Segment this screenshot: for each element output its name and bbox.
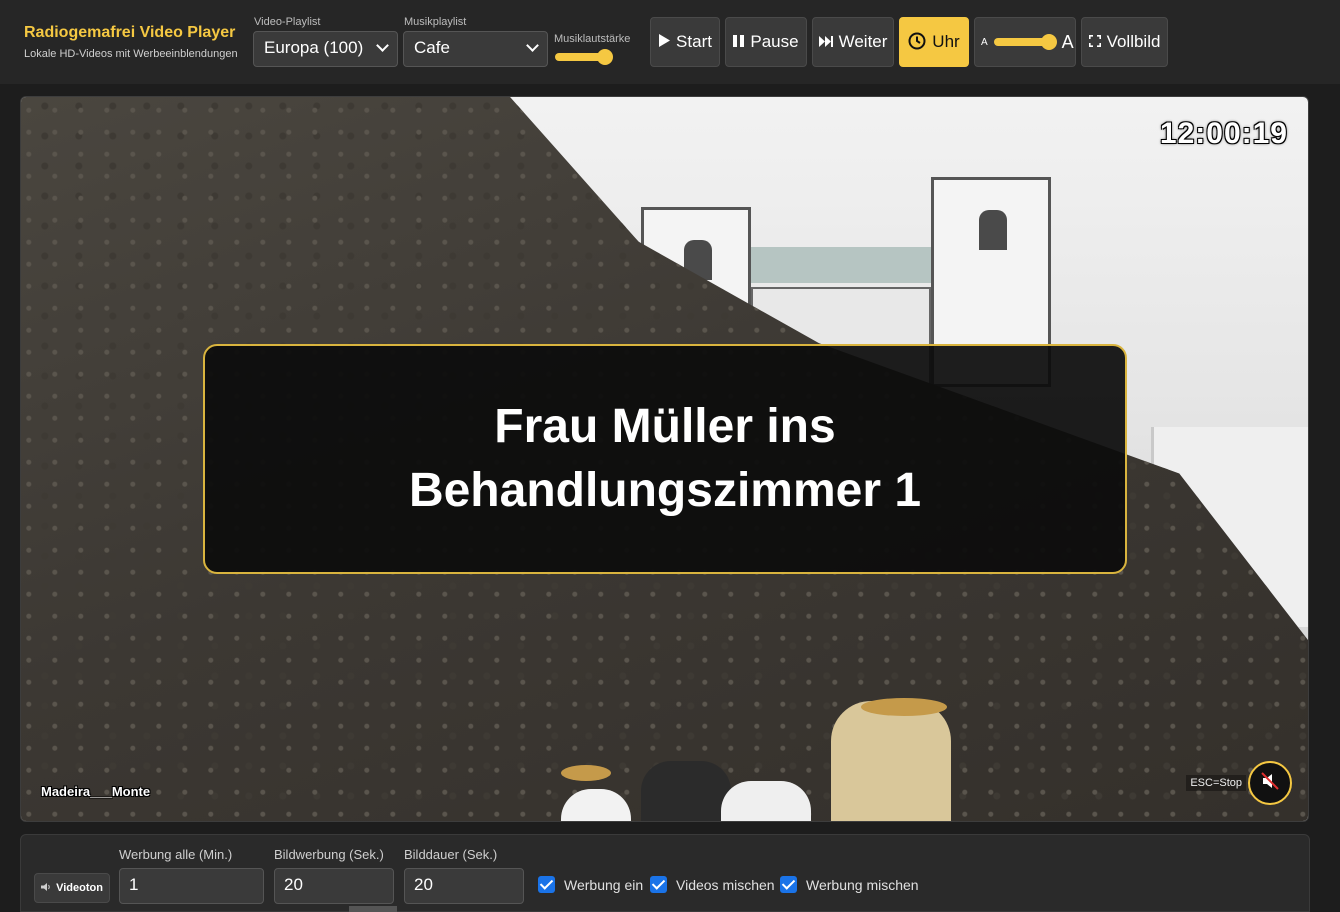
fullscreen-icon <box>1088 34 1101 50</box>
music-playlist-label: Musikplaylist <box>404 16 467 28</box>
scrollbar-thumb[interactable] <box>349 906 397 912</box>
header-bar: Radiogemafrei Video Player Lokale HD-Vid… <box>0 0 1340 84</box>
start-label: Start <box>676 32 712 51</box>
slider-thumb[interactable] <box>1040 34 1057 50</box>
play-icon <box>658 34 671 50</box>
ads-enabled-checkbox[interactable]: Werbung ein <box>538 876 643 893</box>
speaker-muted-icon <box>1260 771 1280 796</box>
people-silhouettes <box>561 681 1308 821</box>
clock-label: Uhr <box>932 32 960 51</box>
pause-label: Pause <box>750 32 799 51</box>
message-overlay: Frau Müller ins Behandlungszimmer 1 <box>203 344 1127 574</box>
video-playlist-value: Europa (100) <box>264 38 364 57</box>
ad-interval-input[interactable]: 1 <box>119 868 264 904</box>
videoton-label: Videoton <box>56 882 103 894</box>
image-ad-input[interactable]: 20 <box>274 868 394 904</box>
shuffle-videos-checkbox[interactable]: Videos mischen <box>650 876 775 893</box>
app-subtitle: Lokale HD-Videos mit Werbeeinblendungen <box>24 48 238 60</box>
checkbox-checked-icon[interactable] <box>780 876 797 893</box>
mute-button[interactable] <box>1248 761 1292 805</box>
video-player[interactable]: 12:00:19 Frau Müller ins Behandlungszimm… <box>20 96 1309 822</box>
fullscreen-button[interactable]: Vollbild <box>1081 17 1168 67</box>
clock-icon <box>908 32 926 53</box>
clock-display: 12:00:19 <box>1159 117 1288 150</box>
video-playlist-select[interactable]: Europa (100) <box>253 31 398 67</box>
font-size-control[interactable]: A A <box>974 17 1076 67</box>
music-volume-label: Musiklautstärke <box>554 33 631 45</box>
skip-next-icon <box>818 34 833 50</box>
pause-button[interactable]: Pause <box>725 17 807 67</box>
font-size-slider[interactable] <box>993 34 1057 50</box>
pause-icon <box>733 34 745 50</box>
checkbox-label: Werbung ein <box>564 876 644 893</box>
checkbox-checked-icon[interactable] <box>650 876 667 893</box>
esc-hint: ESC=Stop <box>1186 775 1246 791</box>
fullscreen-label: Vollbild <box>1106 32 1161 51</box>
clock-toggle-button[interactable]: Uhr <box>899 17 969 67</box>
brand: Radiogemafrei Video Player Lokale HD-Vid… <box>24 24 238 60</box>
font-small-label: A <box>981 36 988 48</box>
video-playlist-label: Video-Playlist <box>254 16 321 28</box>
music-volume-slider[interactable] <box>555 49 613 65</box>
video-caption: Madeira___Monte <box>41 784 151 799</box>
overlay-message: Frau Müller ins Behandlungszimmer 1 <box>408 400 922 517</box>
checkbox-checked-icon[interactable] <box>538 876 555 893</box>
chevron-down-icon <box>376 39 389 52</box>
music-playlist-select[interactable]: Cafe <box>403 31 548 67</box>
image-duration-input[interactable]: 20 <box>404 868 524 904</box>
speaker-icon <box>41 882 52 895</box>
slider-thumb[interactable] <box>596 49 613 65</box>
ad-interval-label: Werbung alle (Min.) <box>119 847 233 862</box>
next-button[interactable]: Weiter <box>812 17 894 67</box>
checkbox-label: Videos mischen <box>676 876 775 893</box>
font-large-label: A <box>1061 31 1074 52</box>
chevron-down-icon <box>526 39 539 52</box>
next-label: Weiter <box>838 32 888 51</box>
image-duration-label: Bilddauer (Sek.) <box>404 847 498 862</box>
start-button[interactable]: Start <box>650 17 720 67</box>
videoton-button[interactable]: Videoton <box>34 873 110 903</box>
shuffle-ads-checkbox[interactable]: Werbung mischen <box>780 876 919 893</box>
image-ad-label: Bildwerbung (Sek.) <box>274 847 384 862</box>
checkbox-label: Werbung mischen <box>806 876 919 893</box>
app-title: Radiogemafrei Video Player <box>24 24 236 41</box>
music-playlist-value: Cafe <box>414 38 450 57</box>
settings-panel: Videoton Werbung alle (Min.) 1 Bildwerbu… <box>20 834 1310 912</box>
